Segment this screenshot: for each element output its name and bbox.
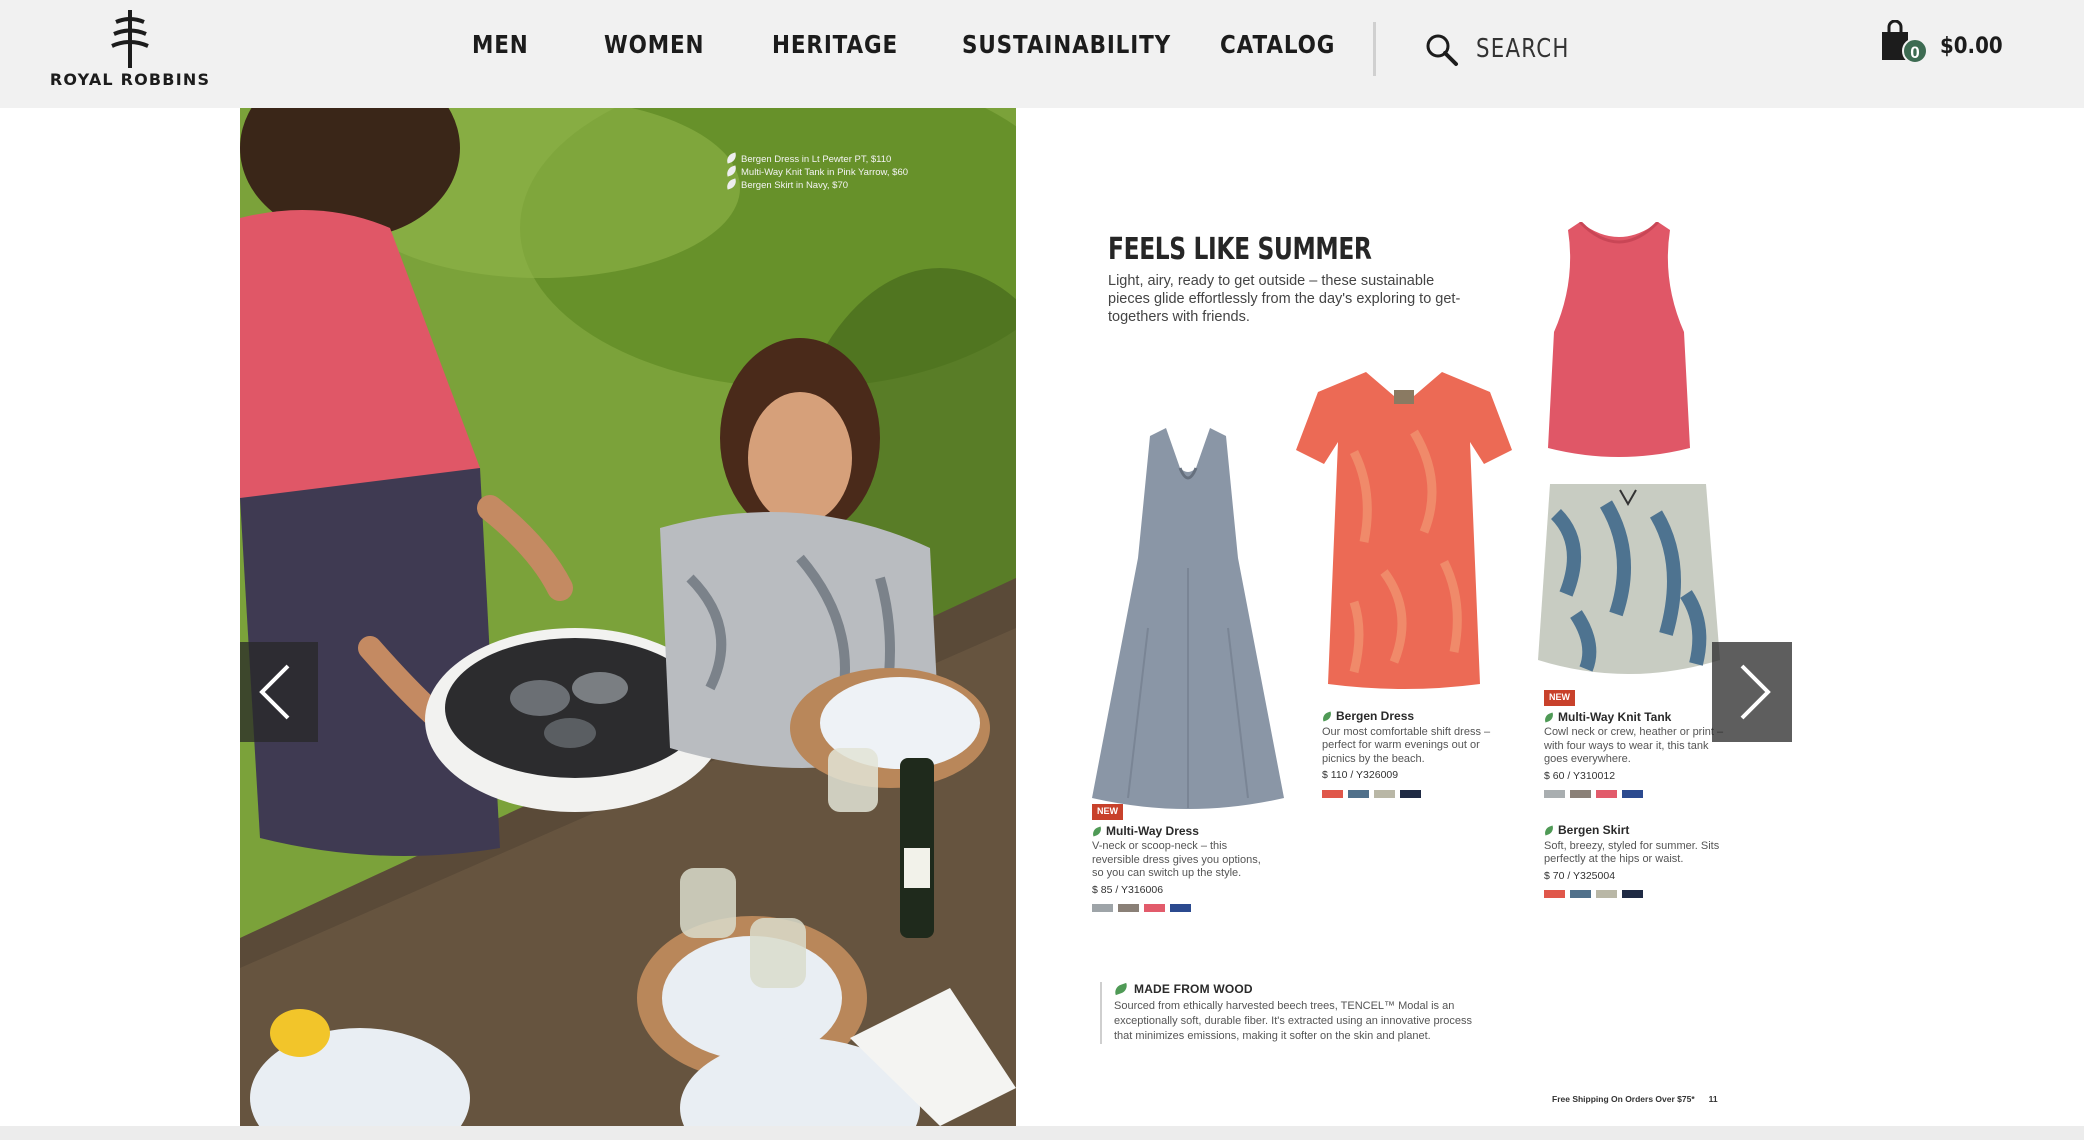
product-name-text: Bergen Dress: [1336, 709, 1415, 723]
color-swatch[interactable]: [1544, 890, 1565, 898]
nav-item-catalog[interactable]: CATALOG: [1220, 30, 1335, 59]
product-multi-way-dress[interactable]: NEW Multi-Way Dress V-neck or scoop-neck…: [1091, 804, 1272, 912]
picnic-photo-illustration: [240, 108, 1016, 1126]
wood-text: Sourced from ethically harvested beech t…: [1114, 1000, 1472, 1042]
bottom-scroll-bar: [0, 1126, 2084, 1140]
chevron-left-icon: [259, 664, 290, 720]
tree-logo-icon: [111, 10, 149, 68]
lifestyle-photo: Bergen Dress in Lt Pewter PT, $110 Multi…: [240, 108, 1016, 1126]
page-number: 11: [1708, 1094, 1718, 1104]
leaf-icon: [1091, 826, 1103, 836]
photo-credit-text: Multi-Way Knit Tank in Pink Yarrow, $60: [741, 167, 909, 178]
color-swatch[interactable]: [1622, 790, 1643, 798]
leaf-icon: [724, 178, 739, 190]
product-price: $ 85 / Y316006: [1092, 883, 1164, 896]
new-badge: NEW: [1544, 690, 1575, 706]
photo-credit-text: Bergen Skirt in Navy, $70: [741, 180, 849, 191]
color-swatch[interactable]: [1570, 890, 1591, 898]
color-swatches: [1544, 890, 1724, 898]
color-swatches: [1544, 790, 1724, 798]
catalog-spread: Bergen Dress in Lt Pewter PT, $110 Multi…: [240, 108, 1792, 1126]
leaf-icon: [724, 165, 739, 177]
color-swatch[interactable]: [1596, 890, 1617, 898]
product-name: Bergen Skirt: [1543, 823, 1724, 838]
search-icon: [1426, 34, 1458, 66]
color-swatch[interactable]: [1400, 789, 1421, 798]
product-price: $ 60 / Y310012: [1544, 769, 1616, 782]
product-description: Soft, breezy, styled for summer. Sits pe…: [1544, 839, 1720, 866]
product-name-text: Multi-Way Knit Tank: [1558, 709, 1672, 724]
nav-divider: [1373, 22, 1376, 76]
product-name-text: Bergen Skirt: [1558, 823, 1630, 837]
color-swatch[interactable]: [1118, 904, 1139, 912]
product-name-text: Multi-Way Dress: [1106, 823, 1199, 838]
wood-title-text: MADE FROM WOOD: [1134, 982, 1253, 996]
photo-credit-line: Multi-Way Knit Tank in Pink Yarrow, $60: [724, 165, 909, 179]
color-swatches: [1092, 904, 1272, 912]
cart-count-badge: 0: [1902, 38, 1928, 64]
product-price: $ 110 / Y326009: [1322, 769, 1399, 781]
product-bergen-skirt[interactable]: Bergen Skirt Soft, breezy, styled for su…: [1543, 823, 1724, 898]
color-swatch[interactable]: [1596, 790, 1617, 798]
product-bergen-dress[interactable]: Bergen Dress Our most comfortable shift …: [1321, 709, 1502, 798]
page-title: FEELS LIKE SUMMER: [1108, 232, 1372, 267]
previous-page-button[interactable]: [240, 642, 318, 742]
color-swatch[interactable]: [1374, 789, 1395, 798]
free-shipping-note: Free Shipping On Orders Over $75*: [1552, 1094, 1695, 1104]
color-swatch[interactable]: [1544, 790, 1565, 798]
color-swatch[interactable]: [1348, 789, 1369, 798]
nav-item-women[interactable]: WOMEN: [604, 30, 704, 59]
page-footer: Free Shipping On Orders Over $75* 11: [1552, 1094, 1718, 1104]
next-page-button[interactable]: [1712, 642, 1792, 742]
color-swatch[interactable]: [1170, 904, 1191, 912]
search-label: SEARCH: [1476, 34, 1570, 64]
wood-title: MADE FROM WOOD: [1113, 982, 1480, 997]
nav-item-men[interactable]: MEN: [472, 30, 529, 59]
bergen-skirt-image: [1538, 484, 1720, 674]
product-price: $ 70 / Y325004: [1544, 869, 1616, 882]
color-swatch[interactable]: [1144, 904, 1165, 912]
product-description: V-neck or scoop-neck – this reversible d…: [1092, 840, 1261, 879]
catalog-page: FEELS LIKE SUMMER Light, airy, ready to …: [1016, 108, 1792, 1126]
photo-credits: Bergen Dress in Lt Pewter PT, $110 Multi…: [724, 152, 909, 192]
logo-text: ROYAL ROBBINS: [49, 70, 211, 89]
color-swatch[interactable]: [1622, 890, 1643, 898]
product-name: Multi-Way Knit Tank: [1543, 709, 1724, 725]
leaf-icon: [1543, 825, 1555, 836]
color-swatch[interactable]: [1322, 789, 1343, 798]
photo-credit-text: Bergen Dress in Lt Pewter PT, $110: [741, 154, 892, 165]
leaf-icon: [724, 152, 739, 164]
nav-item-heritage[interactable]: HERITAGE: [772, 30, 898, 59]
new-badge: NEW: [1092, 804, 1123, 820]
color-swatches: [1322, 789, 1502, 798]
leaf-icon: [1543, 712, 1555, 722]
nav-item-sustainability[interactable]: SUSTAINABILITY: [962, 30, 1171, 59]
logo-link[interactable]: ROYAL ROBBINS: [40, 10, 220, 90]
cart-button[interactable]: 0 $0.00: [1880, 20, 2003, 70]
photo-credit-line: Bergen Skirt in Navy, $70: [724, 178, 908, 192]
leaf-icon: [1321, 711, 1333, 722]
cart-total: $0.00: [1940, 34, 2003, 59]
chevron-right-icon: [1740, 664, 1771, 720]
color-swatch[interactable]: [1092, 904, 1113, 912]
product-description: Our most comfortable shift dress – perfe…: [1322, 725, 1491, 765]
site-header: ROYAL ROBBINS MEN WOMEN HERITAGE SUSTAIN…: [0, 0, 2084, 108]
product-description: Cowl neck or crew, heather or print – wi…: [1544, 726, 1724, 765]
page-intro: Light, airy, ready to get outside – thes…: [1108, 273, 1461, 325]
product-name: Bergen Dress: [1321, 709, 1502, 724]
product-multi-way-knit-tank[interactable]: NEW Multi-Way Knit Tank Cowl neck or cre…: [1543, 690, 1724, 798]
multi-way-dress-image: [1092, 428, 1284, 809]
photo-credit-line: Bergen Dress in Lt Pewter PT, $110: [724, 152, 908, 166]
bergen-dress-image: [1296, 372, 1512, 689]
leaf-icon: [1113, 982, 1129, 996]
product-name: Multi-Way Dress: [1091, 823, 1272, 839]
multi-way-knit-tank-image: [1548, 222, 1690, 457]
color-swatch[interactable]: [1570, 790, 1591, 798]
made-from-wood-note: MADE FROM WOOD Sourced from ethically ha…: [1100, 982, 1480, 1044]
